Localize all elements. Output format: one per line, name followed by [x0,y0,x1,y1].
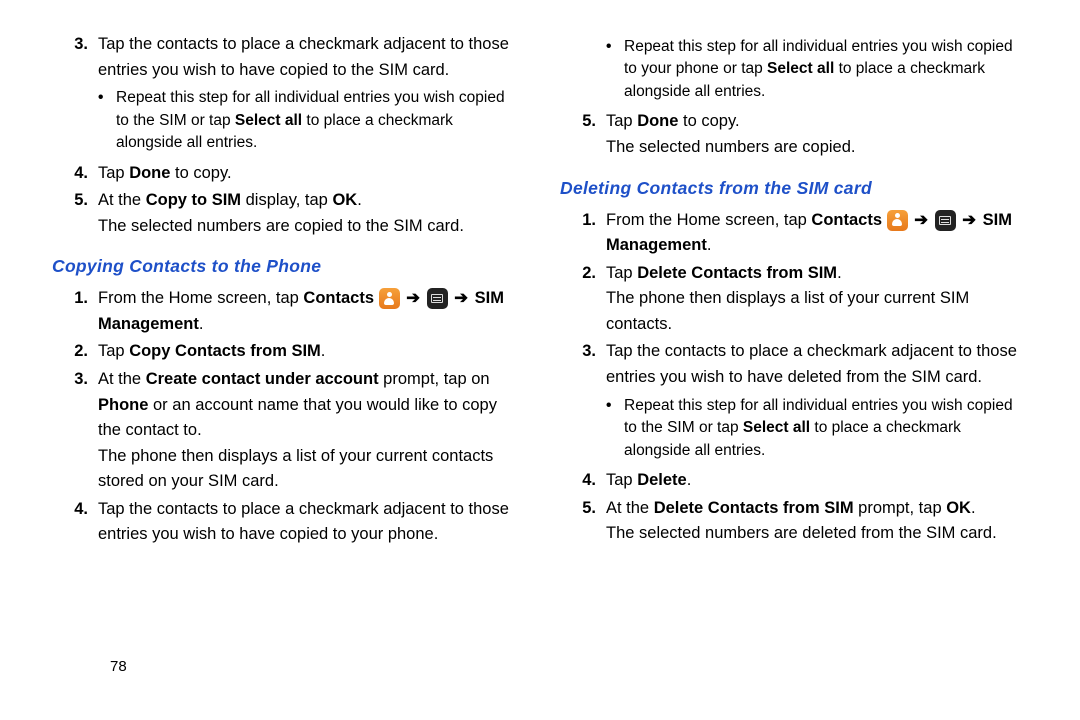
list-item: 2.Tap Copy Contacts from SIM. [52,339,520,365]
list-item: 1.From the Home screen, tap Contacts ➔ ➔… [560,208,1028,259]
item-number: 1. [560,208,606,259]
item-body: Tap Delete. [606,468,1028,494]
right-column: Repeat this step for all individual entr… [540,32,1040,700]
sub-bullet-list: Repeat this step for all individual entr… [606,36,1028,103]
sub-bullet: Repeat this step for all individual entr… [98,87,520,154]
page-number: 78 [110,655,127,678]
item-body: Tap the contacts to place a checkmark ad… [606,339,1028,466]
list-item: 3.Tap the contacts to place a checkmark … [52,32,520,159]
left-list-section: 1.From the Home screen, tap Contacts ➔ ➔… [52,286,520,548]
item-number: 5. [560,496,606,547]
left-column: 3.Tap the contacts to place a checkmark … [40,32,540,700]
page: 3.Tap the contacts to place a checkmark … [40,32,1040,700]
list-item: 3.Tap the contacts to place a checkmark … [560,339,1028,466]
list-item: 4.Tap Delete. [560,468,1028,494]
item-body: From the Home screen, tap Contacts ➔ ➔ S… [98,286,520,337]
sub-bullet: Repeat this step for all individual entr… [606,395,1028,462]
item-number: 5. [560,109,606,160]
item-number [560,32,606,107]
item-body: Repeat this step for all individual entr… [606,32,1028,107]
arrow-icon: ➔ [914,211,928,229]
item-number: 1. [52,286,98,337]
arrow-icon: ➔ [962,211,976,229]
right-list-top: Repeat this step for all individual entr… [560,32,1028,161]
heading-deleting-from-sim: Deleting Contacts from the SIM card [560,175,1028,202]
item-body: Tap Delete Contacts from SIM.The phone t… [606,261,1028,338]
list-item: 2.Tap Delete Contacts from SIM.The phone… [560,261,1028,338]
list-item: 4.Tap Done to copy. [52,161,520,187]
sub-bullet-list: Repeat this step for all individual entr… [98,87,520,154]
sub-bullet: Repeat this step for all individual entr… [606,36,1028,103]
item-number: 4. [560,468,606,494]
item-number: 2. [560,261,606,338]
heading-copying-to-phone: Copying Contacts to the Phone [52,253,520,280]
item-body: At the Delete Contacts from SIM prompt, … [606,496,1028,547]
item-number: 2. [52,339,98,365]
item-number: 4. [52,497,98,548]
contacts-icon [379,288,400,309]
list-item: 4.Tap the contacts to place a checkmark … [52,497,520,548]
item-body: At the Copy to SIM display, tap OK.The s… [98,188,520,239]
item-body: Tap Done to copy. [98,161,520,187]
item-body: Tap the contacts to place a checkmark ad… [98,497,520,548]
list-item: 5.At the Delete Contacts from SIM prompt… [560,496,1028,547]
arrow-icon: ➔ [454,289,468,307]
list-item: 5.Tap Done to copy.The selected numbers … [560,109,1028,160]
item-number: 3. [560,339,606,466]
item-body: From the Home screen, tap Contacts ➔ ➔ S… [606,208,1028,259]
list-item: 5.At the Copy to SIM display, tap OK.The… [52,188,520,239]
contacts-icon [887,210,908,231]
item-number: 4. [52,161,98,187]
menu-icon [427,288,448,309]
item-number: 5. [52,188,98,239]
right-list-section: 1.From the Home screen, tap Contacts ➔ ➔… [560,208,1028,547]
item-body: Tap the contacts to place a checkmark ad… [98,32,520,159]
list-item: 1.From the Home screen, tap Contacts ➔ ➔… [52,286,520,337]
item-body: Tap Done to copy.The selected numbers ar… [606,109,1028,160]
left-list-top: 3.Tap the contacts to place a checkmark … [52,32,520,239]
item-number: 3. [52,32,98,159]
arrow-icon: ➔ [406,289,420,307]
item-body: Tap Copy Contacts from SIM. [98,339,520,365]
list-item: Repeat this step for all individual entr… [560,32,1028,107]
menu-icon [935,210,956,231]
sub-bullet-list: Repeat this step for all individual entr… [606,395,1028,462]
item-body: At the Create contact under account prom… [98,367,520,495]
item-number: 3. [52,367,98,495]
list-item: 3.At the Create contact under account pr… [52,367,520,495]
